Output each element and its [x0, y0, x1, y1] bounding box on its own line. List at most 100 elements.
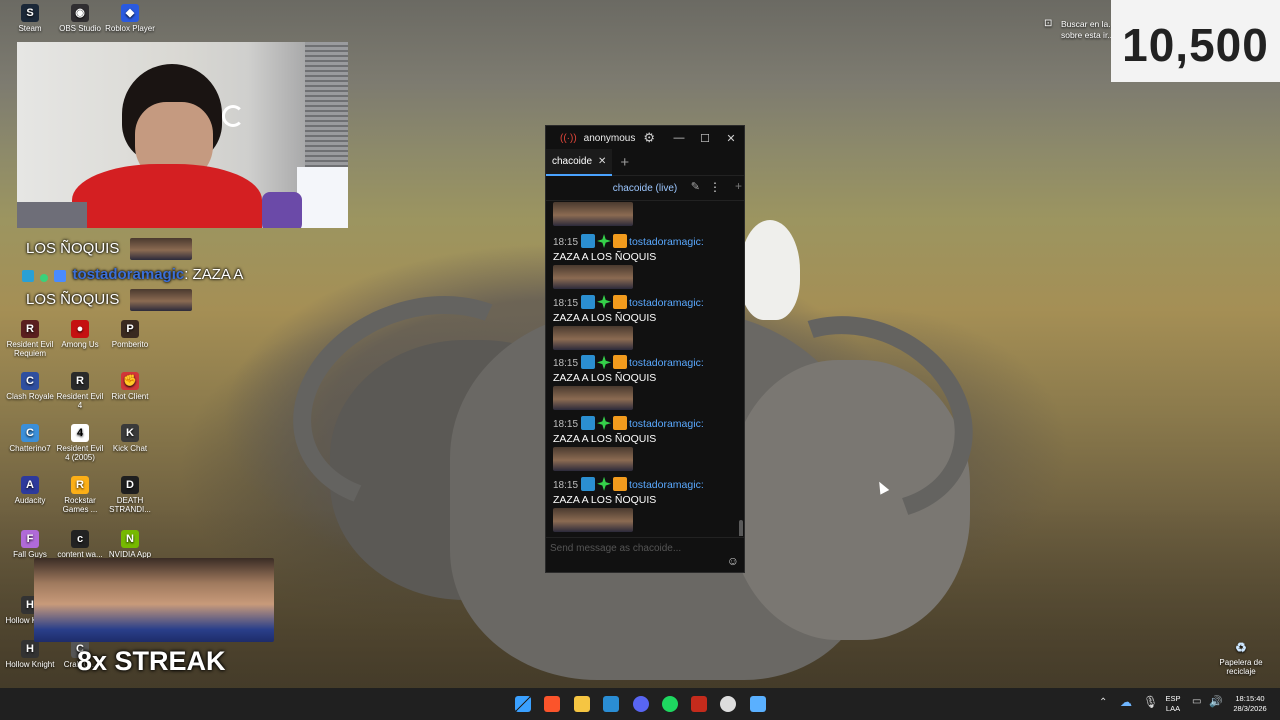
network-icon[interactable]: ▭ [1192, 696, 1201, 707]
tab-label: chacoide [552, 156, 593, 167]
desktop-icon[interactable]: c content wa... [54, 530, 106, 559]
settings-gear-icon[interactable]: ⚙ [643, 130, 655, 146]
desktop-icon[interactable]: H Hollow Knight [4, 640, 56, 669]
overlay-badge-icon [40, 274, 49, 282]
message-time: 18:15 [553, 419, 579, 431]
discord-icon[interactable] [633, 696, 649, 712]
badge-icon [613, 355, 628, 370]
desktop-icon[interactable]: C Chatterino7 [4, 424, 56, 453]
desktop-icon[interactable]: S Steam [4, 4, 56, 33]
overlay-chat-text: LOS ÑOQUIS [26, 239, 120, 257]
desktop-icon[interactable]: ◆ Roblox Player [104, 4, 156, 33]
desktop-icon[interactable]: ● Among Us [54, 320, 106, 349]
message-username[interactable]: tostadoramagic: [629, 479, 704, 491]
minimize-icon[interactable]: — [666, 132, 692, 144]
message-username[interactable]: tostadoramagic: [629, 236, 704, 248]
desktop-icon[interactable]: R Rockstar Games ... [54, 476, 106, 514]
desktop-icon[interactable]: C Clash Royale [4, 372, 56, 401]
desktop-icon[interactable]: K Kick Chat [104, 424, 156, 453]
desktop-icon[interactable]: D DEATH STRANDI... [104, 476, 156, 514]
add-tab-icon[interactable]: + [620, 154, 629, 171]
chat-scrollbar[interactable] [739, 520, 743, 536]
chat-message: 18:15 tostadoramagic: ZAZA A LOS ÑOQUIS [553, 294, 731, 350]
desktop-icon-label: DEATH STRANDI... [109, 496, 151, 514]
search-hint[interactable]: ⊡ Buscar en la... sobre esta ir... [1042, 16, 1115, 46]
webcam-feed [17, 42, 348, 228]
overlay-badge-icon [22, 270, 34, 282]
badge-icon [581, 476, 596, 491]
app-icon: S [21, 4, 39, 22]
maximize-icon[interactable]: ☐ [692, 132, 718, 145]
message-username[interactable]: tostadoramagic: [629, 418, 704, 430]
tab-close-icon[interactable]: ✕ [598, 156, 606, 167]
badge-icon [581, 355, 596, 370]
clock[interactable]: 18:15:40 28/3/2026 [1230, 694, 1270, 714]
account-name[interactable]: anonymous [584, 133, 636, 144]
obs-icon[interactable] [720, 696, 736, 712]
desktop-icon[interactable]: 4 Resident Evil 4 (2005) [54, 424, 106, 462]
volume-icon[interactable]: 🔊 [1209, 695, 1223, 708]
more-options-icon[interactable]: ⋮ [709, 180, 721, 194]
message-text: ZAZA A LOS ÑOQUIS [553, 493, 657, 506]
message-username[interactable]: tostadoramagic: [629, 297, 704, 309]
emote-image [129, 238, 192, 260]
loading-spinner-icon [222, 105, 244, 127]
windows-start-icon[interactable] [515, 696, 531, 712]
show-hidden-icons-icon[interactable]: ⌃ [1099, 697, 1107, 708]
tab-chacoide[interactable]: chacoide ✕ [546, 149, 613, 176]
desktop-icon[interactable]: A Audacity [4, 476, 56, 505]
edit-pen-icon[interactable]: ✎ [691, 180, 700, 193]
desktop-icon[interactable]: R Resident Evil 4 [54, 372, 106, 410]
file-explorer-icon[interactable] [574, 696, 590, 712]
message-input[interactable]: Send message as chacoide... [550, 543, 681, 554]
emoji-icon[interactable]: ☺ [727, 554, 739, 568]
desktop-icon-label: Kick Chat [112, 444, 148, 453]
app-icon: C [21, 424, 39, 442]
overlay-badge-icon [54, 270, 67, 282]
language-indicator[interactable]: ESP LAA [1163, 694, 1183, 714]
message-text: ZAZA A LOS ÑOQUIS [553, 433, 657, 446]
news-app-icon[interactable] [691, 696, 707, 712]
app-icon: R [71, 372, 89, 390]
chatterino-icon[interactable] [750, 696, 766, 712]
counter-value: 10,500 [1122, 19, 1269, 71]
split-add-icon[interactable]: + [735, 179, 742, 193]
badge-icon [581, 234, 596, 248]
app-icon: c [71, 530, 89, 548]
desktop-icon[interactable]: F Fall Guys [4, 530, 56, 559]
desktop-icon[interactable]: P Pomberito [104, 320, 156, 349]
desktop-icon-label: Resident Evil 4 [56, 392, 104, 410]
recycle-bin[interactable]: ♻ Papelera de reciclaje [1214, 638, 1268, 677]
channel-title[interactable]: chacoide (live) [613, 183, 677, 194]
desktop-icon[interactable]: R Resident Evil Requiem [4, 320, 56, 358]
spotify-icon[interactable] [662, 696, 678, 712]
badge-icon [581, 416, 596, 431]
app-icon: F [21, 530, 39, 548]
app-icon: ● [71, 320, 89, 338]
desktop-icon[interactable]: ✊ Riot Client [104, 372, 156, 401]
app-icon: H [21, 640, 39, 658]
microphone-icon[interactable]: 🎙 [1143, 695, 1158, 709]
chat-message: 18:15 tostadoramagic: ZAZA A LOS ÑOQUIS [553, 234, 731, 289]
desktop-icon-label: Resident Evil 4 (2005) [56, 444, 104, 462]
app-icon: C [21, 372, 39, 390]
desktop-icon[interactable]: ◉ OBS Studio [54, 4, 106, 33]
message-username[interactable]: tostadoramagic: [629, 357, 704, 369]
onedrive-icon[interactable]: ☁ [1120, 695, 1132, 709]
bing-icon[interactable] [603, 696, 619, 712]
streak-emote-image [34, 558, 274, 642]
close-icon[interactable]: ✕ [718, 132, 744, 145]
streak-label: 8x STREAK [77, 646, 226, 676]
desktop-icon-label: Steam [18, 24, 42, 33]
emote-image [553, 447, 633, 472]
chat-message: 18:15 tostadoramagic: ZAZA A LOS ÑOQUIS [553, 476, 731, 532]
clock-time: 18:15:40 [1235, 694, 1265, 703]
brave-icon[interactable] [544, 696, 560, 712]
message-time: 18:15 [553, 358, 579, 370]
app-icon: D [121, 476, 139, 494]
badge-icon [581, 294, 596, 309]
desktop-icon[interactable]: N NVIDIA App [104, 530, 156, 559]
emote-image [553, 202, 633, 226]
badge-icon [597, 234, 612, 248]
desktop-icon-label: Resident Evil Requiem [6, 340, 54, 358]
